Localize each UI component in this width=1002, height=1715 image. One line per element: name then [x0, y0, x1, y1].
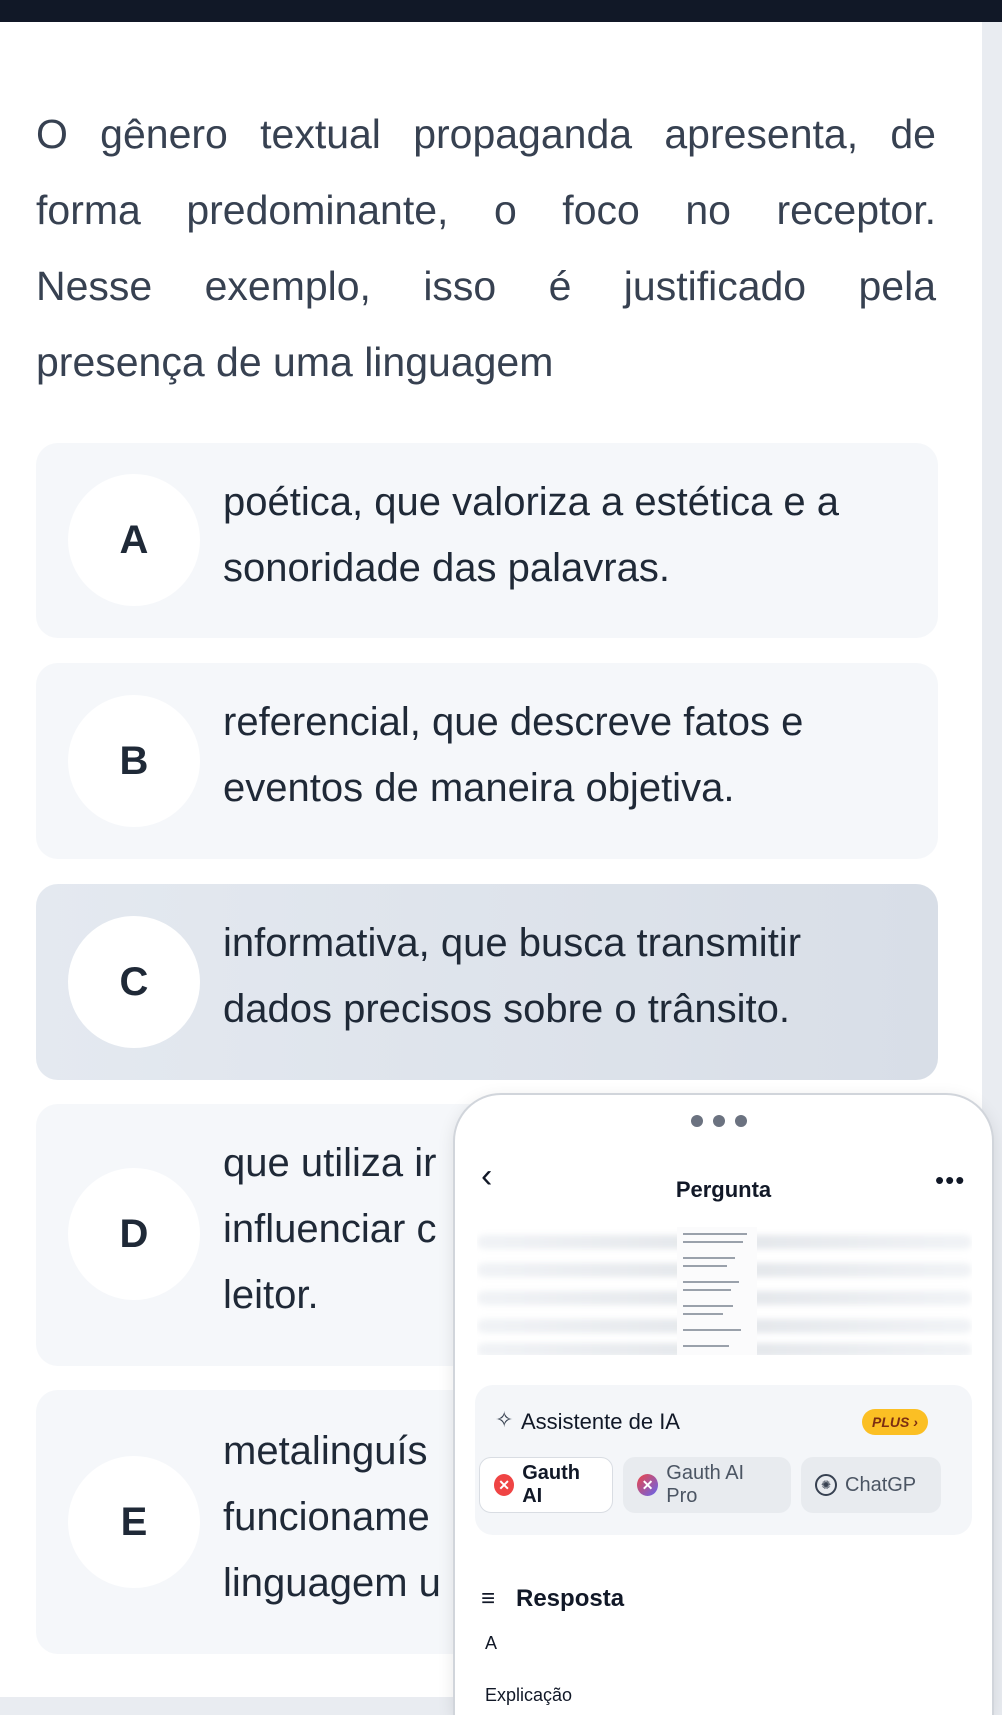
answer-heading: Resposta — [516, 1585, 625, 1612]
ai-assistant-section: ✧ Assistente de IA PLUS › ✕ Gauth AI ✕ G… — [475, 1385, 972, 1535]
option-line: eventos de maneira objetiva. — [223, 766, 735, 810]
option-letter: E — [68, 1456, 200, 1588]
overlay-title: Pergunta — [675, 1177, 772, 1202]
question-line: forma predominante, o foco no receptor. — [36, 187, 936, 233]
explanation-heading: Explicação — [485, 1685, 573, 1705]
sparkle-icon: ✧ — [495, 1407, 514, 1432]
option-text: informativa, que busca transmitir dados … — [223, 910, 903, 1042]
tab-label: ChatGP — [845, 1473, 917, 1496]
plus-badge[interactable]: PLUS › — [862, 1409, 928, 1435]
question-text: O gênero textual propaganda apresenta, d… — [36, 96, 936, 400]
tab-label: Gauth AI — [522, 1462, 580, 1507]
tab-chatgpt[interactable]: ✺ ChatGP — [801, 1457, 941, 1513]
question-thumbnail[interactable] — [477, 1227, 972, 1355]
drag-handle[interactable] — [691, 1115, 747, 1127]
question-line: O gênero textual propaganda apresenta, d… — [36, 111, 936, 157]
more-horizontal-icon[interactable]: ••• — [935, 1165, 965, 1196]
ai-assistant-title: Assistente de IA — [521, 1409, 680, 1434]
status-bar — [0, 0, 1002, 22]
tab-gauth-ai-pro[interactable]: ✕ Gauth AI Pro — [623, 1457, 791, 1513]
option-line: poética, que valoriza a estética e a — [223, 480, 839, 524]
option-letter: B — [68, 695, 200, 827]
option-letter: A — [68, 474, 200, 606]
option-c[interactable]: C informativa, que busca transmitir dado… — [36, 884, 938, 1080]
option-line: dados precisos sobre o trânsito. — [223, 987, 790, 1031]
option-text: referencial, que descreve fatos e evento… — [223, 689, 903, 821]
answer-value: A — [485, 1633, 498, 1653]
list-icon: ≡ — [481, 1585, 496, 1612]
chatgpt-icon: ✺ — [815, 1474, 837, 1496]
option-line: referencial, que descreve fatos e — [223, 700, 804, 744]
question-line: presença de uma linguagem — [36, 339, 554, 385]
ai-answer-overlay: ‹ Pergunta ••• ✧ Assistente de IA PLUS ›… — [455, 1095, 992, 1715]
gauth-icon: ✕ — [494, 1474, 515, 1496]
gauth-pro-icon: ✕ — [637, 1474, 659, 1496]
question-line: Nesse exemplo, isso é justificado pela — [36, 263, 936, 309]
option-letter: D — [68, 1168, 200, 1300]
option-a[interactable]: A poética, que valoriza a estética e a s… — [36, 443, 938, 638]
tab-label: Gauth AI Pro — [666, 1462, 745, 1507]
option-line: informativa, que busca transmitir — [223, 921, 802, 965]
option-b[interactable]: B referencial, que descreve fatos e even… — [36, 663, 938, 859]
option-text: poética, que valoriza a estética e a son… — [223, 469, 903, 601]
option-letter: C — [68, 916, 200, 1048]
tab-gauth-ai[interactable]: ✕ Gauth AI — [479, 1457, 613, 1513]
option-line: sonoridade das palavras. — [223, 546, 670, 590]
